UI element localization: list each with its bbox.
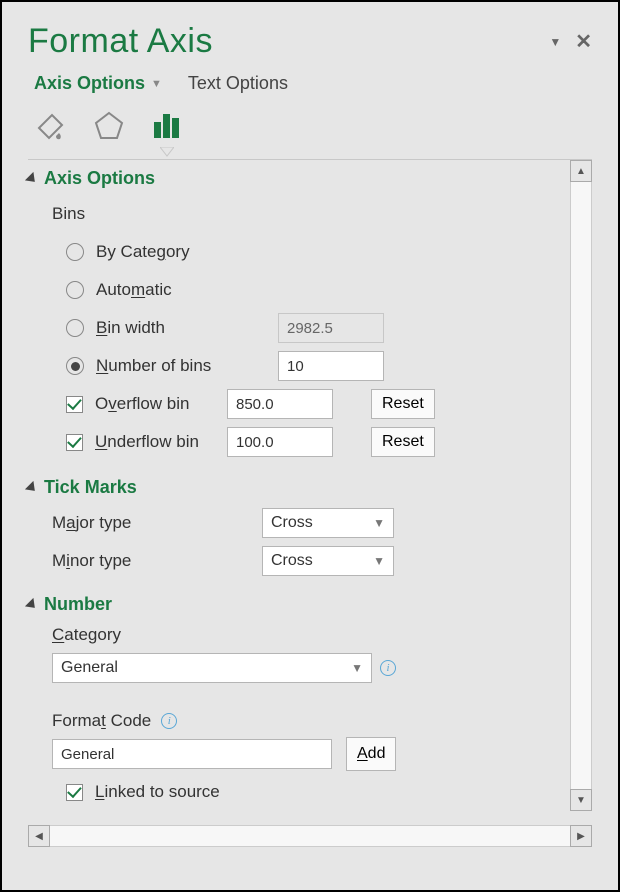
info-icon[interactable]: i [161,713,177,729]
scroll-track[interactable] [570,182,592,789]
format-axis-panel: Format Axis ▼ ✕ Axis Options ▼ Text Opti… [0,0,620,892]
collapse-icon [25,480,39,494]
scroll-right-button[interactable]: ▶ [570,825,592,847]
radio-by-category[interactable]: By Category [52,233,564,271]
checkbox-icon [66,784,83,801]
vertical-scrollbar[interactable]: ▲ ▼ [570,160,592,811]
checkbox-linked-to-source[interactable]: Linked to source [52,773,564,811]
collapse-icon [25,597,39,611]
radio-number-of-bins[interactable]: Number of bins 10 [52,347,564,385]
check-label: Linked to source [95,782,220,802]
checkbox-overflow-bin[interactable]: Overflow bin 850.0 Reset [52,385,564,423]
bins-label: Bins [52,204,85,224]
check-label: Overflow bin [95,394,215,414]
radio-automatic[interactable]: Automatic [52,271,564,309]
panel-title: Format Axis [28,22,213,61]
fill-icon[interactable] [34,108,68,147]
checkbox-icon [66,396,83,413]
effects-icon[interactable] [92,108,126,147]
minor-type-label: Minor type [52,551,262,571]
radio-icon [66,243,84,261]
format-code-input[interactable]: General [52,739,332,769]
radio-label: Automatic [96,280,172,300]
radio-bin-width[interactable]: Bin width 2982.5 [52,309,564,347]
bin-width-input: 2982.5 [278,313,384,343]
section-axis-options[interactable]: Axis Options [28,168,564,189]
tab-row: Axis Options ▼ Text Options [34,73,592,94]
horizontal-scrollbar[interactable]: ◀ ▶ [28,825,592,847]
collapse-icon [25,171,39,185]
scroll-left-button[interactable]: ◀ [28,825,50,847]
radio-icon [66,319,84,337]
checkbox-icon [66,434,83,451]
overflow-input[interactable]: 850.0 [227,389,333,419]
overflow-reset-button[interactable]: Reset [371,389,435,419]
major-type-select[interactable]: Cross ▼ [262,508,394,538]
radio-icon [66,281,84,299]
panel-menu-icon[interactable]: ▼ [549,35,561,49]
toolbar-icons [34,108,592,147]
radio-label: By Category [96,242,190,262]
chevron-down-icon: ▼ [373,554,385,568]
radio-label: Bin width [96,318,266,338]
radio-icon [66,357,84,375]
info-icon[interactable]: i [380,660,396,676]
category-select[interactable]: General ▼ [52,653,372,683]
underflow-input[interactable]: 100.0 [227,427,333,457]
panel-header: Format Axis ▼ ✕ [28,22,592,61]
close-icon[interactable]: ✕ [575,29,592,54]
axis-properties-icon[interactable] [150,108,184,147]
category-label: Category [52,625,121,645]
major-type-label: Major type [52,513,262,533]
chevron-down-icon: ▼ [373,516,385,530]
check-label: Underflow bin [95,432,215,452]
chevron-down-icon: ▼ [351,661,363,675]
format-code-label: Format Code [52,711,151,731]
minor-type-select[interactable]: Cross ▼ [262,546,394,576]
scroll-track[interactable] [50,825,570,847]
tab-text-options[interactable]: Text Options [188,73,288,94]
scroll-down-button[interactable]: ▼ [570,789,592,811]
radio-label: Number of bins [96,356,266,376]
section-number[interactable]: Number [28,594,564,615]
scroll-up-button[interactable]: ▲ [570,160,592,182]
tab-axis-options[interactable]: Axis Options ▼ [34,73,162,94]
add-button[interactable]: Add [346,737,396,771]
dropdown-icon: ▼ [151,78,162,90]
underflow-reset-button[interactable]: Reset [371,427,435,457]
number-of-bins-input[interactable]: 10 [278,351,384,381]
checkbox-underflow-bin[interactable]: Underflow bin 100.0 Reset [52,423,564,461]
section-tick-marks[interactable]: Tick Marks [28,477,564,498]
